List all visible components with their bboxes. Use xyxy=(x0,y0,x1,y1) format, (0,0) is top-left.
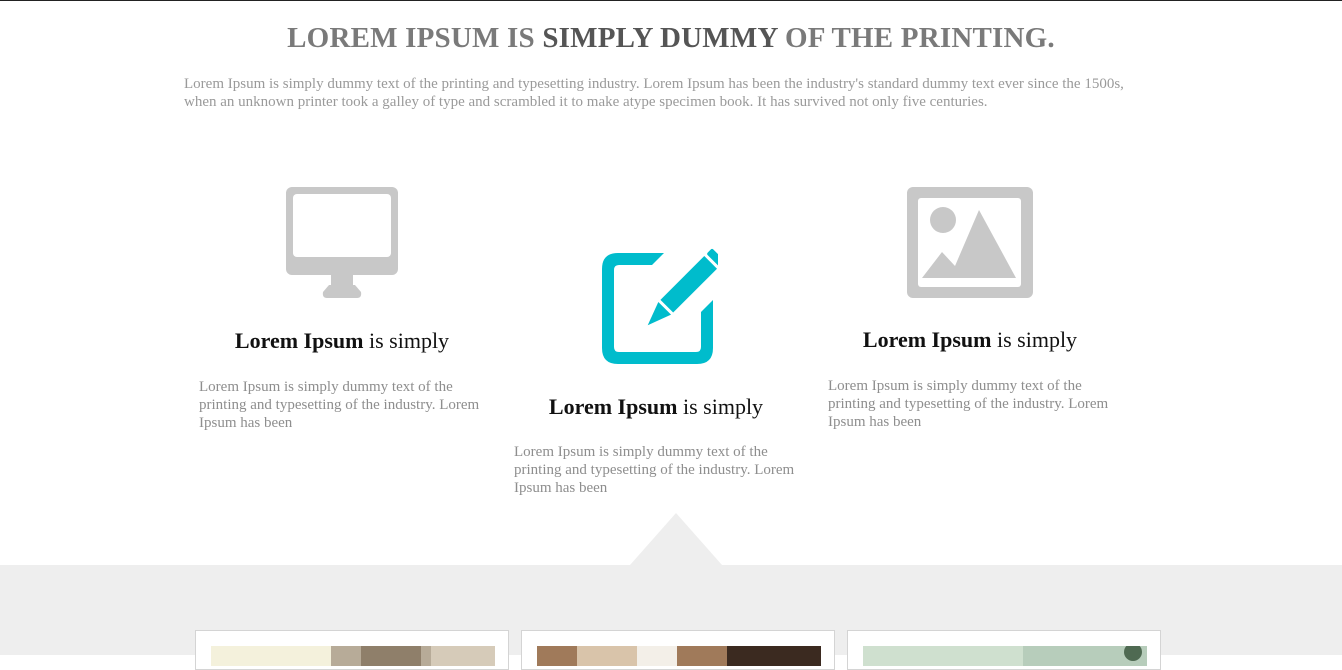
image-icon xyxy=(907,187,1033,298)
page-headline: LOREM IPSUM IS SIMPLY DUMMY OF THE PRINT… xyxy=(0,20,1342,56)
gallery-card-3[interactable] xyxy=(847,630,1161,670)
gallery-thumbnail-3[interactable] xyxy=(863,646,1147,666)
feature-desc-3: Lorem Ipsum is simply dummy text of the … xyxy=(828,378,1109,430)
feature-title-rest-1: is simply xyxy=(363,328,450,353)
gallery-card-1[interactable] xyxy=(195,630,509,670)
feature-title-2: Lorem Ipsum is simply xyxy=(506,394,806,420)
feature-desc-1: Lorem Ipsum is simply dummy text of the … xyxy=(199,379,480,431)
active-feature-pointer xyxy=(630,513,722,565)
feature-title-rest-3: is simply xyxy=(991,327,1078,352)
feature-title-bold-2: Lorem Ipsum xyxy=(548,394,678,419)
monitor-icon xyxy=(286,187,398,298)
top-border xyxy=(0,0,1342,1)
feature-title-rest-2: is simply xyxy=(677,394,764,419)
intro-paragraph: Lorem Ipsum is simply dummy text of the … xyxy=(184,76,1124,110)
feature-title-1: Lorem Ipsum is simply xyxy=(192,328,492,354)
gallery-card-2[interactable] xyxy=(521,630,835,670)
feature-title-bold-1: Lorem Ipsum xyxy=(234,328,364,353)
gallery-thumbnail-2[interactable] xyxy=(537,646,821,666)
edit-icon xyxy=(602,249,718,364)
gallery-thumbnail-1[interactable] xyxy=(211,646,495,666)
feature-title-bold-3: Lorem Ipsum xyxy=(862,327,992,352)
feature-desc-2: Lorem Ipsum is simply dummy text of the … xyxy=(514,444,795,496)
headline-part-1: LOREM IPSUM IS xyxy=(287,22,543,54)
feature-title-3: Lorem Ipsum is simply xyxy=(820,327,1120,353)
headline-part-3: OF THE PRINTING. xyxy=(777,22,1055,54)
headline-part-2: SIMPLY DUMMY xyxy=(542,22,778,54)
